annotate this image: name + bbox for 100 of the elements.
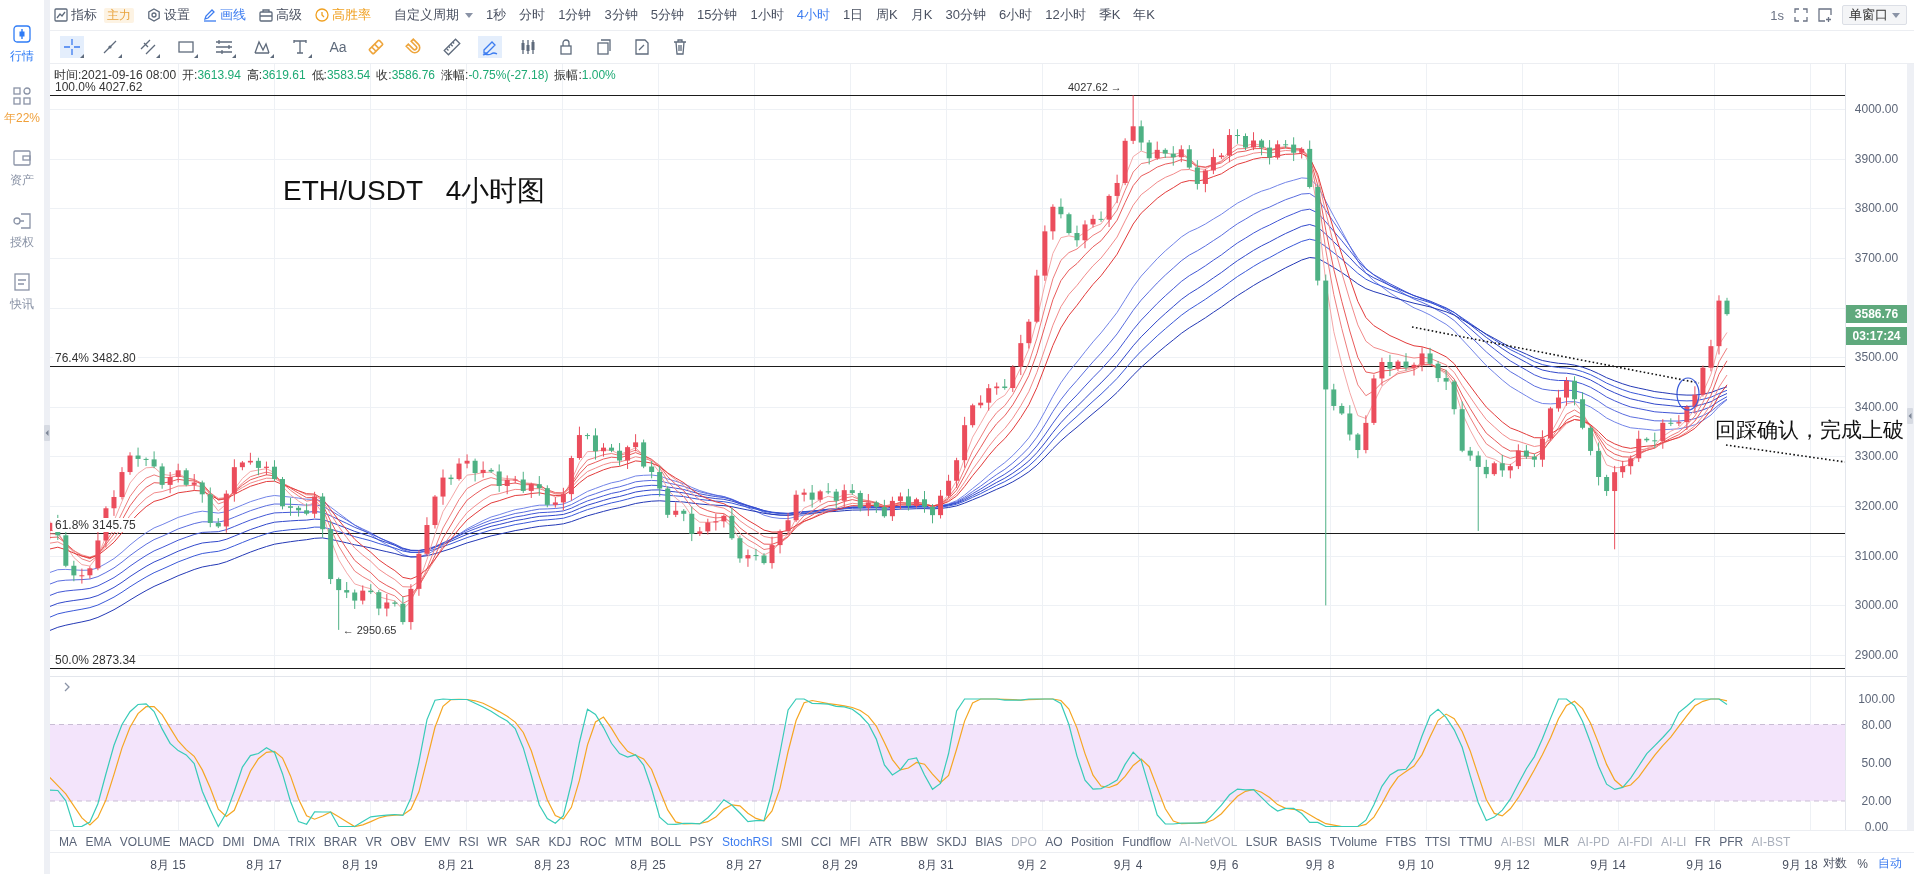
period-tab[interactable]: 1小时 (750, 6, 784, 24)
info-value: -0.75%(-27.18) (468, 68, 549, 82)
clock-icon (315, 8, 329, 22)
indicator-tab[interactable]: PFR (1719, 834, 1744, 849)
indicator-tab[interactable]: Position (1071, 834, 1114, 849)
indicator-tab[interactable]: SKDJ (936, 834, 967, 849)
fib-level-label: 61.8% 3145.75 (53, 518, 138, 532)
indicator-tab[interactable]: CCI (810, 834, 832, 849)
date-label: 8月 15 (150, 857, 186, 874)
wallet-icon (12, 148, 32, 168)
toolbar-menu-button[interactable]: 指标 主力 (54, 6, 134, 24)
period-tab[interactable]: 周K (876, 6, 898, 24)
indicator-tab[interactable]: VOLUME (119, 834, 171, 849)
scale-option[interactable]: % (1857, 856, 1868, 871)
fullscreen-icon[interactable] (1794, 8, 1808, 22)
sidebar-nav-item[interactable]: 快讯 (10, 272, 34, 312)
chart-title: ETH/USDT 4小时图 (283, 174, 546, 208)
indicator-tab[interactable]: KDJ (548, 834, 572, 849)
period-tab[interactable]: 12小时 (1045, 6, 1086, 24)
fib-level-label: 100.0% 4027.62 (53, 80, 145, 94)
collapse-handle-icon[interactable] (1907, 408, 1913, 424)
sidebar-nav-item[interactable]: 资产 (10, 148, 34, 188)
annotation-text: 回踩确认，完成上破 (1715, 418, 1904, 442)
indicator-tab[interactable]: BRAR (323, 834, 358, 849)
info-value: 3586.76 (391, 68, 436, 82)
toolbar-menu-button[interactable]: 画线 (203, 6, 246, 24)
period-tab[interactable]: 月K (910, 6, 933, 24)
toolbar-menu-button[interactable]: 高级 (259, 6, 302, 24)
indicator-tab[interactable]: MTM (614, 834, 643, 849)
sidebar-nav-item[interactable]: 行情 (10, 24, 34, 64)
indicator-tab[interactable]: LSUR (1245, 834, 1278, 849)
indicator-tab[interactable]: EMA (85, 834, 112, 849)
indicator-tab[interactable]: VR (365, 834, 383, 849)
indicator-tab[interactable]: SAR (515, 834, 541, 849)
indicator-tab[interactable]: MA (59, 834, 77, 849)
sidebar-nav-item[interactable]: 授权 (10, 210, 34, 250)
axis-label: 4000.00 (1853, 102, 1900, 116)
drawing-tool-button[interactable]: Aa (326, 36, 350, 58)
date-label: 8月 29 (822, 857, 858, 874)
date-label: 9月 10 (1398, 857, 1434, 874)
period-tab[interactable]: 5分钟 (650, 6, 684, 24)
period-tab[interactable]: 季K (1098, 6, 1121, 24)
indicator-tab[interactable]: DMA (253, 834, 280, 849)
document-icon (12, 272, 32, 292)
period-tab[interactable]: 30分钟 (945, 6, 986, 24)
period-dropdown[interactable]: 自定义周期 (394, 6, 473, 24)
axis-label: 80.00 (1860, 717, 1893, 732)
info-label: 高: (246, 68, 263, 82)
info-value: 3583.54 (326, 68, 371, 82)
last-price-tag: 3586.76 (1846, 305, 1907, 324)
indicator-tab[interactable]: BIAS (975, 834, 1003, 849)
scale-option[interactable]: 自动 (1878, 855, 1902, 872)
date-label: 8月 25 (630, 857, 666, 874)
indicator-tab[interactable]: BBW (900, 834, 928, 849)
chevron-icon[interactable] (64, 682, 70, 692)
collapse-handle-icon[interactable] (44, 425, 50, 441)
period-tab[interactable]: 1日 (842, 6, 864, 24)
period-tab[interactable]: 分时 (519, 6, 546, 24)
layout-dropdown[interactable]: 单窗口 (1842, 5, 1907, 25)
indicator-tab[interactable]: WR (487, 834, 508, 849)
indicator-tab[interactable]: TRIX (288, 834, 316, 849)
period-tab[interactable]: 1分钟 (558, 6, 592, 24)
period-tab[interactable]: 年K (1133, 6, 1155, 24)
indicator-tab[interactable]: BASIS (1286, 834, 1322, 849)
indicator-tab[interactable]: OBV (390, 834, 416, 849)
indicator-tab[interactable]: TVolume (1329, 834, 1378, 849)
period-tab[interactable]: 1秒 (486, 6, 507, 24)
indicator-tab[interactable]: PSY (689, 834, 714, 849)
indicator-tab[interactable]: FR (1694, 834, 1711, 849)
mode-tag: 主力 (104, 7, 134, 23)
indicator-tab[interactable]: SMI (781, 834, 803, 849)
indicator-tab[interactable]: AO (1045, 834, 1063, 849)
indicator-tab[interactable]: MLR (1543, 834, 1570, 849)
period-tab[interactable]: 3分钟 (604, 6, 638, 24)
axis-label: 3100.00 (1853, 548, 1900, 563)
window-plus-icon[interactable] (1818, 8, 1832, 22)
indicator-tab[interactable]: ROC (579, 834, 607, 849)
period-tab[interactable]: 4小时 (796, 6, 830, 24)
indicator-tab[interactable]: ATR (868, 834, 892, 849)
date-label: 8月 17 (246, 857, 282, 874)
indicator-tab[interactable]: TTSI (1424, 834, 1451, 849)
candlestick-icon (12, 24, 32, 44)
indicator-tab[interactable]: MFI (839, 834, 861, 849)
indicator-tab[interactable]: Fundflow (1122, 834, 1171, 849)
indicator-tab[interactable]: RSI (458, 834, 479, 849)
info-label: 低: (311, 68, 327, 82)
indicator-tab[interactable]: StochRSI (721, 834, 773, 849)
indicator-tab[interactable]: BOLL (650, 834, 682, 849)
fib-level-label: 50.0% 2873.34 (53, 653, 138, 667)
toolbar-menu-button[interactable]: 设置 (147, 6, 190, 24)
indicator-tab[interactable]: TTMU (1459, 834, 1493, 849)
date-label: 9月 2 (1017, 857, 1047, 874)
indicator-tab[interactable]: EMV (424, 834, 451, 849)
indicator-tab[interactable]: DMI (222, 834, 245, 849)
indicator-tab[interactable]: MACD (178, 834, 215, 849)
scale-option[interactable]: 对数 (1823, 855, 1848, 872)
indicator-tab[interactable]: FTBS (1385, 834, 1417, 849)
period-tab[interactable]: 6小时 (998, 6, 1033, 24)
price-marker: 4027.62 → (1068, 81, 1122, 94)
period-tab[interactable]: 15分钟 (696, 6, 738, 24)
